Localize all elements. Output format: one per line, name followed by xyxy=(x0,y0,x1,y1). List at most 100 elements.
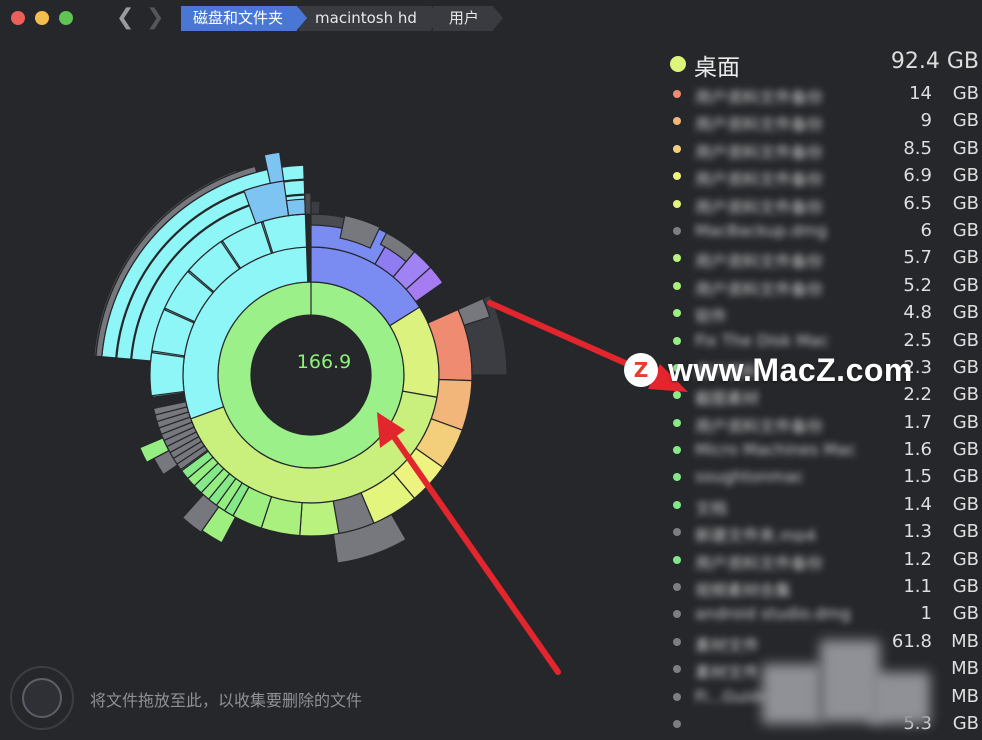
file-list-item[interactable]: 用户资料文件备份 5.2 GB xyxy=(668,272,982,299)
file-color-dot xyxy=(673,226,681,235)
drop-target-icon xyxy=(22,678,62,718)
file-size-value: 14 xyxy=(909,83,932,104)
file-size-unit: GB xyxy=(952,384,979,406)
file-name: 软件 xyxy=(695,307,728,324)
file-size-unit: GB xyxy=(952,712,979,734)
file-color-dot xyxy=(673,583,681,592)
file-list: 用户资料文件备份 14 GB 用户资料文件备份 9 GB 用户资料文件备份 8.5 GB 用户资料… xyxy=(668,80,982,737)
file-color-dot xyxy=(673,172,681,181)
file-list-item[interactable]: 用户资料文件备份 14 GB xyxy=(668,80,982,107)
file-size-unit: GB xyxy=(952,411,979,433)
file-color-dot xyxy=(673,528,681,537)
file-list-item[interactable]: 视频素材合集 1.1 GB xyxy=(668,573,982,600)
file-list-item[interactable]: 用户资料文件备份 6.5 GB xyxy=(668,190,982,217)
file-color-dot xyxy=(673,418,681,427)
file-size-unit: GB xyxy=(952,302,979,324)
blur-patch xyxy=(762,664,822,724)
file-name: 用户资料文件备份 xyxy=(695,279,824,296)
file-size-unit: MB xyxy=(951,685,979,707)
file-size-value: 6.5 xyxy=(903,192,932,214)
file-size-value: 1.2 xyxy=(903,548,932,570)
file-color-dot xyxy=(673,309,681,318)
file-color-dot xyxy=(673,336,681,345)
file-list-item[interactable]: Fix The Disk Mac 2.5 GB xyxy=(668,327,982,354)
file-list-item[interactable]: android studio.dmg 1 GB xyxy=(668,600,982,627)
file-name: Fix The Disk Mac xyxy=(695,330,829,350)
file-list-item[interactable]: Micro Machines Mac 1.6 GB xyxy=(668,436,982,463)
file-list-item[interactable]: 软件 4.8 GB xyxy=(668,299,982,326)
file-size-value: 6.9 xyxy=(903,165,932,187)
file-size-unit: GB xyxy=(952,521,979,543)
file-size-unit: GB xyxy=(952,466,979,488)
sunburst-segment[interactable] xyxy=(310,200,321,215)
file-list-item[interactable]: 文档 1.4 GB xyxy=(668,491,982,518)
file-list-item[interactable]: 用户资料文件备份 1.7 GB xyxy=(668,409,982,436)
file-size-unit: GB xyxy=(952,356,979,378)
file-color-dot xyxy=(673,144,681,153)
trash-drop-zone[interactable] xyxy=(10,666,74,730)
panel-total-size: 92.4 GB xyxy=(890,49,979,74)
drop-hint-text: 将文件拖放至此，以收集要删除的文件 xyxy=(90,691,363,710)
file-name: 用户资料文件备份 xyxy=(695,88,824,104)
file-size-unit: GB xyxy=(952,165,979,187)
file-name: Micro Machines Mac xyxy=(695,440,856,460)
file-color-dot xyxy=(673,254,681,263)
file-name: 用户资料文件备份 xyxy=(695,553,824,570)
file-size-value: 61.8 xyxy=(891,630,932,652)
file-size-unit: GB xyxy=(952,83,979,104)
file-color-dot xyxy=(673,446,681,455)
file-size-value: 1.6 xyxy=(903,439,932,461)
file-size-value: 1.7 xyxy=(903,411,932,433)
file-name: MacBackup.dmg xyxy=(695,220,828,240)
file-size-value: 9 xyxy=(920,110,932,132)
file-size-value: 1.5 xyxy=(903,466,932,488)
watermark: Z www.MacZ.com xyxy=(624,352,913,388)
file-color-dot xyxy=(673,610,681,619)
file-size-value: 2.5 xyxy=(903,329,932,351)
file-color-dot xyxy=(673,665,681,674)
file-color-dot xyxy=(673,719,681,728)
file-size-unit: MB xyxy=(951,630,979,652)
sunburst-segment[interactable] xyxy=(285,198,307,217)
folder-color-dot xyxy=(670,56,686,72)
file-size-value: 1 xyxy=(920,603,932,625)
file-size-value: 1.1 xyxy=(903,576,932,598)
panel-header: 桌面 92.4 GB xyxy=(668,46,982,81)
sunburst-center-value: 166.9 xyxy=(296,351,352,373)
file-list-item[interactable]: 新建文件夹.mp4 1.3 GB xyxy=(668,518,982,545)
file-name: soughtonmac xyxy=(695,467,804,487)
file-list-item[interactable]: MacBackup.dmg 6 GB xyxy=(668,217,982,244)
file-size-unit: GB xyxy=(952,110,979,132)
file-size-value: 5.7 xyxy=(903,247,932,269)
file-size-unit: GB xyxy=(952,576,979,598)
file-size-unit: GB xyxy=(952,603,979,625)
sunburst-segment[interactable] xyxy=(444,286,459,311)
file-list-item[interactable]: 用户资料文件备份 1.2 GB xyxy=(668,546,982,573)
file-size-unit: GB xyxy=(952,439,979,461)
file-color-dot xyxy=(673,555,681,564)
file-list-item[interactable]: 用户资料文件备份 9 GB xyxy=(668,107,982,134)
file-name: 用户资料文件备份 xyxy=(695,197,824,214)
file-list-item[interactable]: 用户资料文件备份 6.9 GB xyxy=(668,162,982,189)
file-name: 用户资料文件备份 xyxy=(695,416,824,433)
file-size-unit: GB xyxy=(952,548,979,570)
file-color-dot xyxy=(673,391,681,400)
panel-title: 桌面 xyxy=(694,55,740,81)
file-name: 用户资料文件备份 xyxy=(695,115,824,132)
sunburst-root-ring[interactable] xyxy=(217,281,405,469)
file-color-dot xyxy=(673,117,681,126)
file-size-value: 1.4 xyxy=(903,493,932,515)
file-list-item[interactable]: 用户资料文件备份 5.7 GB xyxy=(668,244,982,271)
file-color-dot xyxy=(673,692,681,701)
watermark-logo-icon: Z xyxy=(624,353,658,387)
file-size-value: 8.5 xyxy=(903,137,932,159)
file-size-value: 4.8 xyxy=(903,302,932,324)
sunburst-segment[interactable] xyxy=(299,500,340,537)
file-list-item[interactable]: 用户资料文件备份 8.5 GB xyxy=(668,135,982,162)
file-list-item[interactable]: soughtonmac 1.5 GB xyxy=(668,463,982,490)
file-color-dot xyxy=(673,473,681,482)
file-size-unit: GB xyxy=(952,192,979,214)
file-size-value: 1.3 xyxy=(903,521,932,543)
file-color-dot xyxy=(673,90,681,98)
sunburst-segment[interactable] xyxy=(304,192,312,215)
